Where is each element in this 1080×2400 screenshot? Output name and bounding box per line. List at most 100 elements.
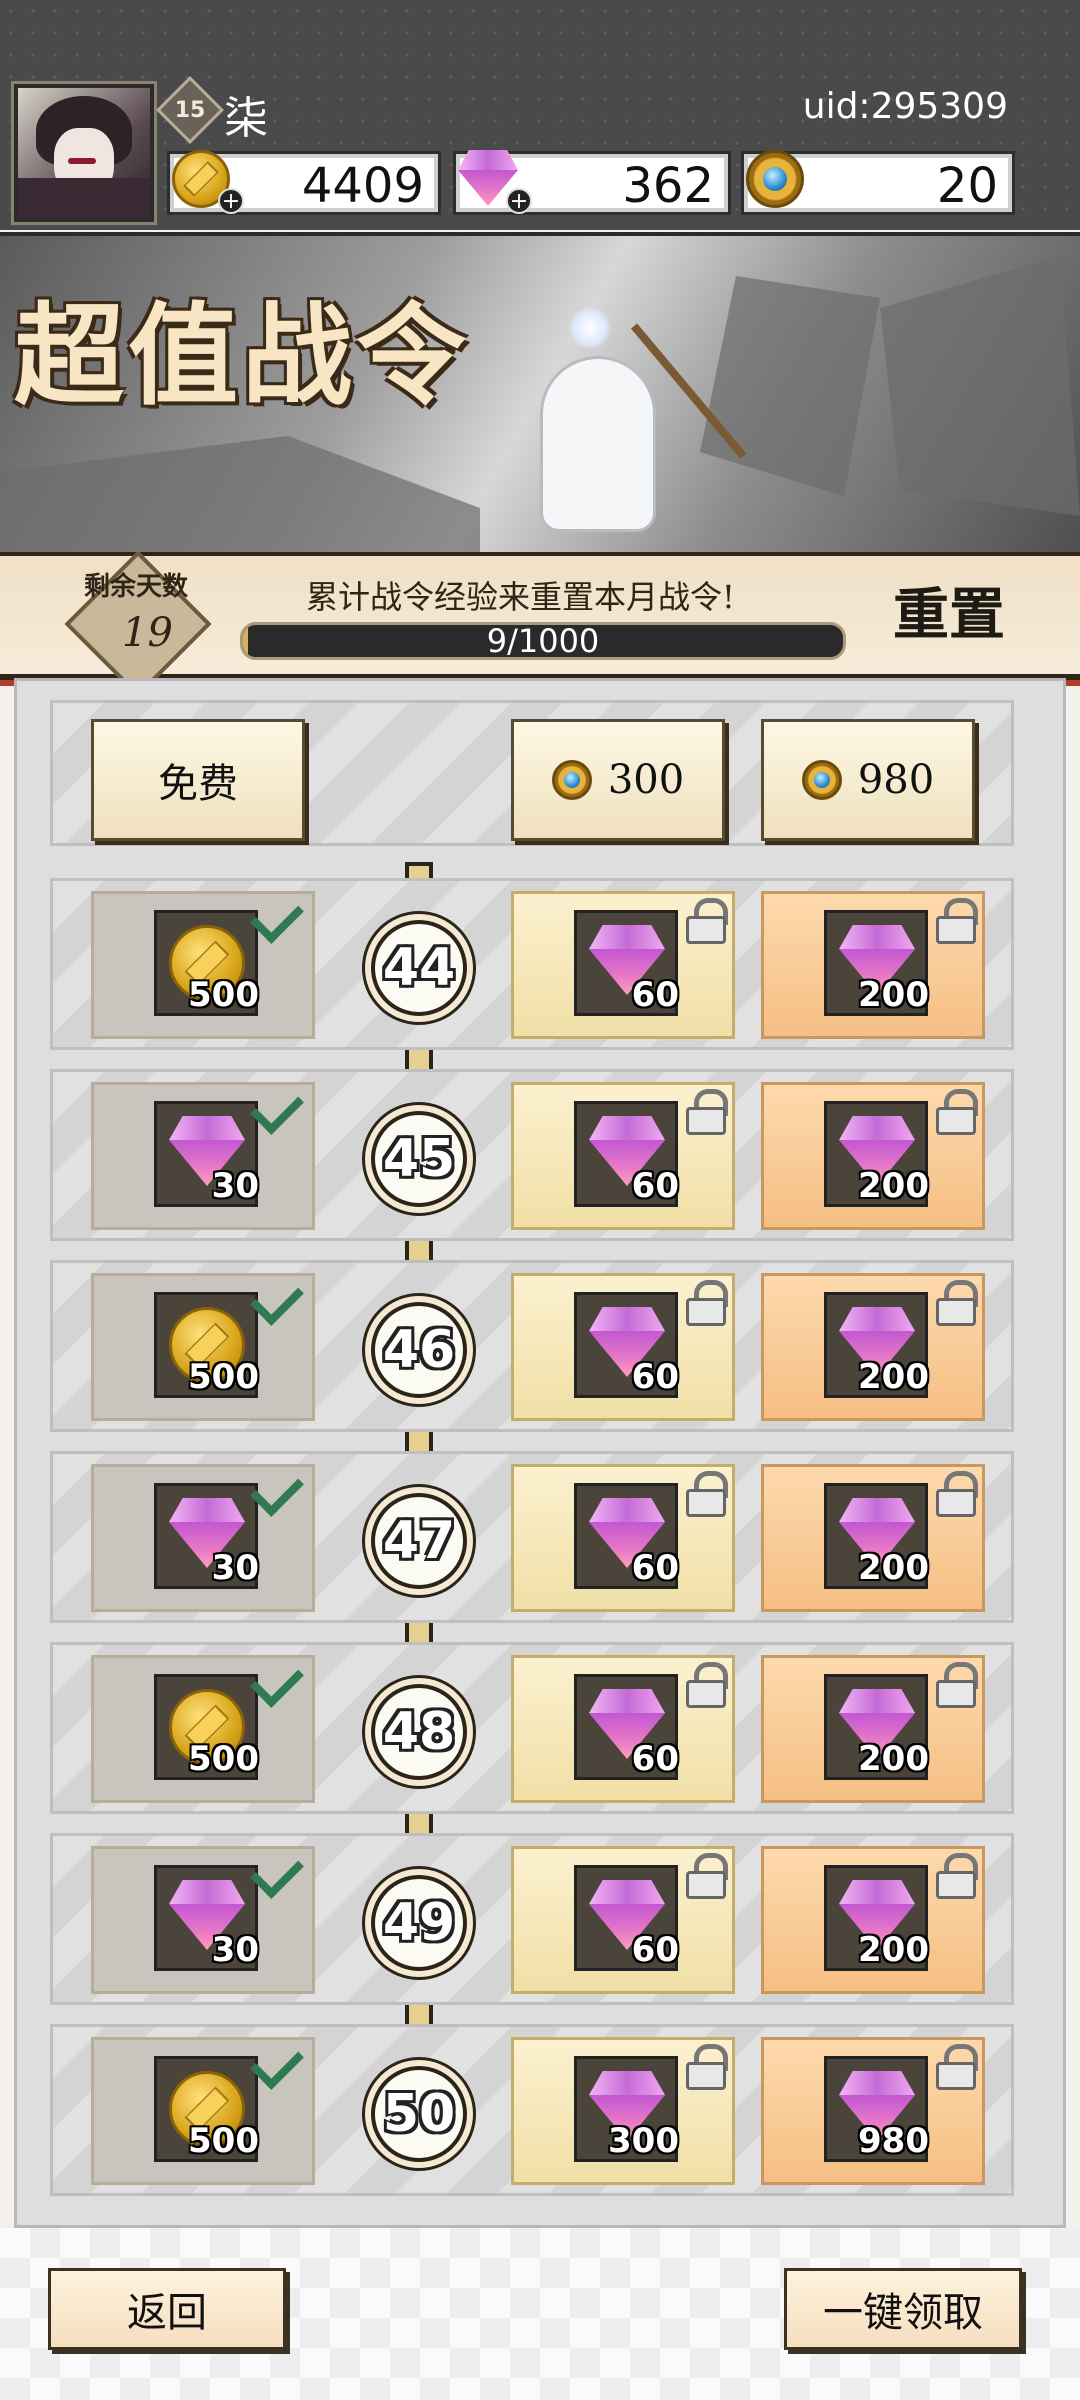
reward-slot-free[interactable]: 500 <box>91 1272 315 1421</box>
days-remaining-label: 剩余天数 <box>84 572 189 602</box>
reward-item: 300 <box>574 2056 679 2162</box>
reward-slot-p1[interactable]: 60 <box>511 1082 735 1230</box>
claimed-check-icon <box>250 2036 304 2090</box>
reward-slot-p1[interactable]: 60 <box>511 1464 735 1612</box>
buy-tier-980-button[interactable]: 980 <box>761 719 975 841</box>
lock-icon <box>684 1471 728 1517</box>
blue-token-icon <box>551 760 592 800</box>
reward-quantity: 200 <box>858 1930 929 1970</box>
reward-item: 200 <box>824 1101 929 1207</box>
lock-icon <box>934 1089 978 1135</box>
reward-slot-p2[interactable]: 200 <box>761 1273 985 1421</box>
add-gold-icon[interactable]: + <box>218 188 244 214</box>
level-node: 48 <box>371 1684 467 1780</box>
reward-quantity: 500 <box>188 2121 259 2161</box>
exp-progress-text: 9/1000 <box>486 622 600 660</box>
reward-item: 60 <box>574 1292 679 1398</box>
reward-slot-p2[interactable]: 200 <box>761 1655 985 1803</box>
reward-item: 200 <box>824 1865 929 1971</box>
reward-slot-p1[interactable]: 300 <box>511 2037 735 2185</box>
back-button[interactable]: 返回 <box>48 2268 286 2350</box>
reward-quantity: 30 <box>211 1166 259 1206</box>
reward-row: 500 300 980 <box>50 2024 1014 2196</box>
reward-item: 60 <box>574 1101 679 1207</box>
reward-item: 500 <box>154 910 259 1016</box>
tier-free: 免费 <box>91 719 305 841</box>
reward-slot-free[interactable]: 30 <box>91 1845 315 1994</box>
buy-tier-300-button[interactable]: 300 <box>511 719 725 841</box>
lock-icon <box>934 1853 978 1899</box>
reward-slot-p1[interactable]: 60 <box>511 1273 735 1421</box>
reward-slot-p1[interactable]: 60 <box>511 1846 735 1994</box>
reward-row: 30 60 200 <box>50 1069 1014 1241</box>
blue-token-icon <box>801 760 842 800</box>
battle-pass-banner: 超值战令 <box>0 232 1080 552</box>
reward-item: 200 <box>824 910 929 1016</box>
gold-counter[interactable]: + 4409 <box>167 150 441 215</box>
reward-quantity: 60 <box>631 1930 679 1970</box>
reset-button[interactable]: 重置 <box>884 572 1014 658</box>
reward-slot-p2[interactable]: 200 <box>761 891 985 1039</box>
reward-quantity: 60 <box>631 1357 679 1397</box>
reward-slot-free[interactable]: 500 <box>91 890 315 1039</box>
reward-row: 30 60 200 <box>50 1833 1014 2005</box>
reward-slot-free[interactable]: 500 <box>91 1654 315 1803</box>
blue-token-icon <box>746 150 804 208</box>
claimed-check-icon <box>250 1845 304 1899</box>
pass-hint-text: 累计战令经验来重置本月战令! <box>306 578 735 616</box>
reward-quantity: 200 <box>858 1548 929 1588</box>
reward-item: 30 <box>154 1865 259 1971</box>
player-avatar[interactable] <box>11 81 157 225</box>
tier-980-price: 980 <box>857 757 935 803</box>
reward-slot-p2[interactable]: 200 <box>761 1082 985 1230</box>
lock-icon <box>934 898 978 944</box>
reward-item: 200 <box>824 1292 929 1398</box>
reward-quantity: 500 <box>188 975 259 1015</box>
lock-icon <box>934 1280 978 1326</box>
level-node: 49 <box>371 1875 467 1971</box>
lock-icon <box>684 1662 728 1708</box>
claimed-check-icon <box>250 890 304 944</box>
reward-item: 500 <box>154 1292 259 1398</box>
reward-item: 30 <box>154 1483 259 1589</box>
lock-icon <box>684 1280 728 1326</box>
lock-icon <box>934 2044 978 2090</box>
reward-quantity: 60 <box>631 1548 679 1588</box>
lock-icon <box>684 2044 728 2090</box>
reward-slot-p2[interactable]: 200 <box>761 1846 985 1994</box>
reward-item: 980 <box>824 2056 929 2162</box>
reward-row: 500 60 200 <box>50 878 1014 1050</box>
reward-item: 60 <box>574 1865 679 1971</box>
reward-item: 500 <box>154 1674 259 1780</box>
player-level-badge: 15 <box>156 76 224 144</box>
reward-slot-p1[interactable]: 60 <box>511 1655 735 1803</box>
level-node: 50 <box>371 2066 467 2162</box>
reward-quantity: 300 <box>608 2121 679 2161</box>
reward-item: 200 <box>824 1483 929 1589</box>
reward-slot-free[interactable]: 500 <box>91 2036 315 2185</box>
reward-item: 60 <box>574 1483 679 1589</box>
reward-row: 30 60 200 <box>50 1451 1014 1623</box>
level-node: 45 <box>371 1111 467 1207</box>
reward-quantity: 500 <box>188 1739 259 1779</box>
reward-quantity: 200 <box>858 1357 929 1397</box>
add-gems-icon[interactable]: + <box>506 188 532 214</box>
pass-status-strip: 剩余天数 19 累计战令经验来重置本月战令! 9/1000 重置 <box>0 550 1080 698</box>
tier-header-row: 免费 300 980 <box>50 700 1014 846</box>
reward-slot-p1[interactable]: 60 <box>511 891 735 1039</box>
reward-slot-p2[interactable]: 200 <box>761 1464 985 1612</box>
reward-quantity: 200 <box>858 975 929 1015</box>
reward-slot-free[interactable]: 30 <box>91 1081 315 1230</box>
claim-all-button[interactable]: 一键领取 <box>784 2268 1022 2350</box>
player-name: 柒 <box>224 93 268 144</box>
reward-item: 200 <box>824 1674 929 1780</box>
level-node: 46 <box>371 1302 467 1398</box>
reward-slot-p2[interactable]: 980 <box>761 2037 985 2185</box>
lock-icon <box>934 1662 978 1708</box>
reward-item: 60 <box>574 1674 679 1780</box>
tier-free-label: 免费 <box>158 761 238 807</box>
reward-item: 30 <box>154 1101 259 1207</box>
gem-counter[interactable]: + 362 <box>453 151 731 215</box>
reward-slot-free[interactable]: 30 <box>91 1463 315 1612</box>
reward-row: 500 60 200 <box>50 1260 1014 1432</box>
